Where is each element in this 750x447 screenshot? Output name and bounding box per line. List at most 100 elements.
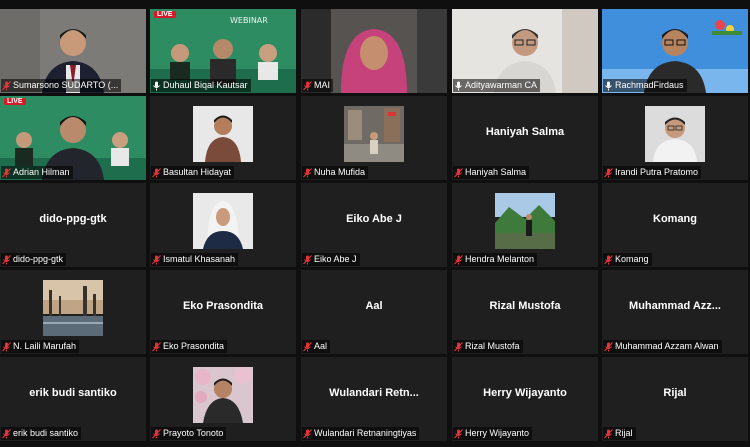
participant-tile-mai[interactable]: MAI [301,9,447,93]
participant-display-name: Rizal Mustofa [489,300,561,312]
participant-name: Adityawarman CA [465,80,538,90]
participant-display-name: Herry Wijayanto [483,387,567,399]
participant-name-label: erik budi santiko [1,427,82,440]
participant-tile-wulandari-retnaningtiyas[interactable]: Wulandari Retn... Wulandari Retnaningtiya… [301,357,447,441]
participant-name: Ismatul Khasanah [163,254,236,264]
participant-name-label: Sumarsono SUDARTO (... [1,79,122,92]
participant-name: Rizal Mustofa [465,341,520,351]
participant-name-label: Prayoto Tonoto [151,427,227,440]
participant-name: N. Laili Marufah [13,341,77,351]
participant-name: Herry Wijayanto [465,428,530,438]
participant-tile-adityawarman-ca[interactable]: Adityawarman CA [452,9,598,93]
participant-name-label: RachmadFirdaus [603,79,687,92]
participant-name-label: Eiko Abe J [302,253,360,266]
participant-name: Hendra Melanton [465,254,535,264]
mic-muted-icon [604,428,615,439]
participant-tile-prayoto-tonoto[interactable]: Prayoto Tonoto [150,357,296,441]
participant-name: Aal [314,341,328,351]
participant-tile-rachmadfirdaus[interactable]: RachmadFirdaus [602,9,748,93]
participant-name: Wulandari Retnaningtiyas [314,428,417,438]
participant-name: Rijal [615,428,633,438]
participant-name-label: Herry Wijayanto [453,427,533,440]
participant-tile-basultan-hidayat[interactable]: Basultan Hidayat [150,96,296,180]
participant-name-label: Eko Prasondita [151,340,228,353]
mic-muted-icon [454,254,465,265]
mic-muted-icon [152,341,163,352]
participant-tile-eko-prasondita[interactable]: Eko Prasondita Eko Prasondita [150,270,296,354]
participant-name-label: Rijal [603,427,636,440]
participant-tile-muhammad-azzam-alwan[interactable]: Muhammad Azz... Muhammad Azzam Alwan [602,270,748,354]
participant-name-label: Wulandari Retnaningtiyas [302,427,420,440]
participant-name-label: Adityawarman CA [453,79,541,92]
mic-muted-icon [303,341,314,352]
mic-muted-icon [303,80,314,91]
participant-display-name: Eiko Abe J [346,213,402,225]
participant-name: Sumarsono SUDARTO (... [13,80,119,90]
participant-name-label: Irandi Putra Pratomo [603,166,702,179]
participant-name: Adrian Hilman [13,167,70,177]
participant-grid: Sumarsono SUDARTO (... WEBINAR LIVE Duhaul … [0,0,750,447]
participant-name: Duhaul Biqal Kautsar [163,80,248,90]
mic-muted-icon [454,341,465,352]
profile-photo [645,106,705,162]
participant-name-label: Adrian Hilman [1,166,73,179]
participant-display-name: Komang [653,213,697,225]
participant-name-label: Muhammad Azzam Alwan [603,340,722,353]
participant-tile-haniyah-salma[interactable]: Haniyah Salma Haniyah Salma [452,96,598,180]
participant-tile-erik-budi-santiko[interactable]: erik budi santiko erik budi santiko [0,357,146,441]
participant-name: Eko Prasondita [163,341,225,351]
participant-tile-herry-wijayanto[interactable]: Herry Wijayanto Herry Wijayanto [452,357,598,441]
mic-muted-icon [152,254,163,265]
participant-tile-duhaul-biqal-kautsar[interactable]: WEBINAR LIVE Duhaul Biqal Kautsar [150,9,296,93]
participant-name-label: Hendra Melanton [453,253,538,266]
participant-tile-rijal[interactable]: Rijal Rijal [602,357,748,441]
profile-photo [193,367,253,423]
participant-tile-irandi-putra-pratomo[interactable]: Irandi Putra Pratomo [602,96,748,180]
participant-display-name: Eko Prasondita [182,300,264,312]
profile-photo [193,106,253,162]
participant-name: RachmadFirdaus [615,80,684,90]
participant-tile-aal[interactable]: Aal Aal [301,270,447,354]
mic-muted-icon [454,428,465,439]
mic-muted-icon [2,80,13,91]
participant-name-label: N. Laili Marufah [1,340,80,353]
participant-tile-hendra-melanton[interactable]: Hendra Melanton [452,183,598,267]
participant-tile-n-laili-marufah[interactable]: N. Laili Marufah [0,270,146,354]
participant-name: Haniyah Salma [465,167,527,177]
mic-muted-icon [454,167,465,178]
participant-tile-sumarsono-sudarto[interactable]: Sumarsono SUDARTO (... [0,9,146,93]
svg-text:WEBINAR: WEBINAR [230,16,268,25]
mic-muted-icon [2,167,13,178]
participant-display-name: Rijal [663,387,687,399]
mic-icon [604,81,615,91]
mic-icon [454,81,465,91]
participant-display-name: Muhammad Azz... [629,300,721,312]
participant-name-label: dido-ppg-gtk [1,253,67,266]
profile-photo [43,280,103,336]
mic-muted-icon [152,167,163,178]
participant-tile-ismatul-khasanah[interactable]: Ismatul Khasanah [150,183,296,267]
participant-name: Komang [615,254,649,264]
profile-photo [193,193,253,249]
participant-name: MAI [314,80,331,90]
participant-display-name: erik budi santiko [29,387,117,399]
participant-tile-eiko-abe-j[interactable]: Eiko Abe J Eiko Abe J [301,183,447,267]
mic-muted-icon [303,254,314,265]
participant-name-label: Rizal Mustofa [453,340,523,353]
participant-name-label: MAI [302,79,334,92]
participant-tile-nuha-mufida[interactable]: Nuha Mufida [301,96,447,180]
mic-muted-icon [604,341,615,352]
mic-muted-icon [2,254,13,265]
participant-name-label: Komang [603,253,652,266]
participant-tile-komang[interactable]: Komang Komang [602,183,748,267]
participant-name: Eiko Abe J [314,254,357,264]
participant-name: Muhammad Azzam Alwan [615,341,719,351]
participant-tile-dido-ppg-gtk[interactable]: dido-ppg-gtk dido-ppg-gtk [0,183,146,267]
mic-muted-icon [303,167,314,178]
participant-name: Prayoto Tonoto [163,428,224,438]
mic-muted-icon [604,254,615,265]
participant-name: Basultan Hidayat [163,167,232,177]
participant-display-name: dido-ppg-gtk [39,213,107,225]
participant-tile-adrian-hilman[interactable]: LIVE Adrian Hilman [0,96,146,180]
participant-tile-rizal-mustofa[interactable]: Rizal Mustofa Rizal Mustofa [452,270,598,354]
